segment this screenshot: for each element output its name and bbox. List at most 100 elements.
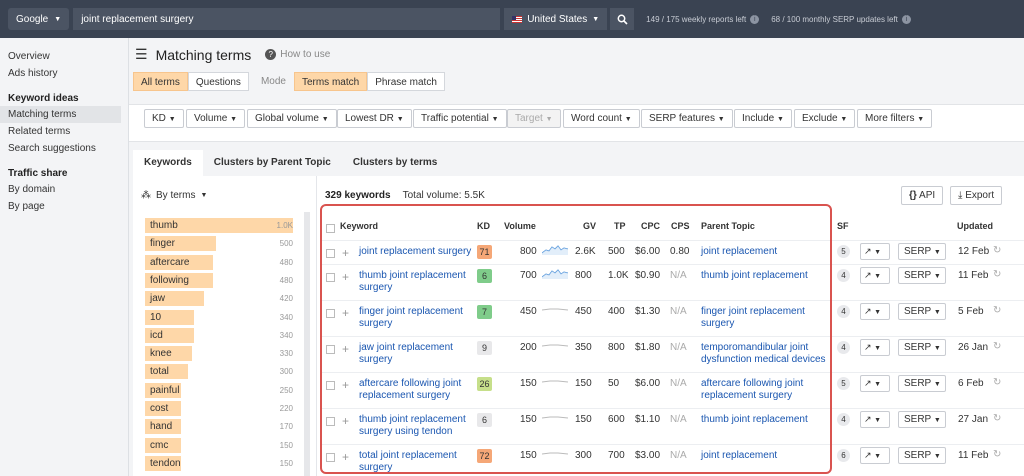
sidebar-item-by-domain[interactable]: By domain (0, 181, 121, 198)
trend-chart-button[interactable]: ↗ ▼ (860, 411, 890, 428)
term-item[interactable]: 10 340 (145, 309, 295, 325)
term-item[interactable]: thumb 1.0K (145, 218, 295, 233)
term-label: knee (150, 348, 172, 360)
serp-button[interactable]: SERP ▼ (898, 303, 946, 320)
weekly-quota: 149 / 175 weekly reports left i (646, 14, 760, 24)
how-to-use-link[interactable]: ? How to use (265, 49, 330, 60)
chevron-down-icon: ▼ (933, 249, 941, 256)
by-terms-label: By terms (156, 190, 196, 201)
serp-features-count[interactable]: 5 (837, 245, 850, 258)
serp-features-count[interactable]: 4 (837, 269, 850, 282)
tab-clusters-parent-topic[interactable]: Clusters by Parent Topic (203, 150, 342, 176)
filter-word-count[interactable]: Word count ▼ (563, 109, 640, 128)
term-item[interactable]: cost 220 (145, 401, 295, 416)
term-count: 500 (279, 239, 293, 249)
term-item[interactable]: cmc 150 (145, 437, 295, 453)
term-label: painful (150, 384, 180, 396)
term-count: 300 (279, 367, 293, 377)
info-icon[interactable]: i (750, 14, 760, 24)
filter-exclude[interactable]: Exclude ▼ (794, 109, 856, 128)
filter-traffic-potential[interactable]: Traffic potential ▼ (413, 109, 507, 128)
questions-toggle[interactable]: Questions (187, 72, 249, 91)
refresh-icon[interactable]: ↻ (993, 413, 1001, 424)
serp-features-count[interactable]: 6 (837, 449, 850, 462)
term-item[interactable]: tendon 150 (145, 455, 295, 471)
trend-chart-button[interactable]: ↗ ▼ (860, 303, 890, 320)
term-item[interactable]: jaw 420 (145, 291, 295, 307)
term-item[interactable]: hand 170 (145, 419, 295, 435)
trend-chart-button[interactable]: ↗ ▼ (860, 267, 890, 284)
term-item[interactable]: finger 500 (145, 236, 295, 252)
serp-button[interactable]: SERP ▼ (898, 267, 946, 284)
chevron-down-icon: ▼ (545, 116, 553, 123)
filter-include[interactable]: Include ▼ (734, 109, 792, 128)
filter-global-volume[interactable]: Global volume ▼ (247, 109, 337, 128)
filter-volume[interactable]: Volume ▼ (186, 109, 246, 128)
sidebar-item-by-page[interactable]: By page (0, 198, 121, 215)
api-button[interactable]: {} API (901, 186, 944, 205)
column-header-updated[interactable]: Updated (957, 221, 993, 231)
refresh-icon[interactable]: ↻ (993, 305, 1001, 316)
serp-button[interactable]: SERP ▼ (898, 447, 946, 464)
sidebar-item-ads-history[interactable]: Ads history (0, 65, 121, 82)
term-item[interactable]: aftercare 480 (145, 254, 295, 270)
keyword-input[interactable]: joint replacement surgery (73, 8, 501, 30)
filter-serp-features[interactable]: SERP features ▼ (641, 109, 733, 128)
updated-date: 11 Feb (958, 270, 989, 281)
term-item[interactable]: following 480 (145, 272, 295, 288)
search-button[interactable] (610, 8, 635, 30)
term-count: 150 (279, 458, 293, 468)
terms-match-toggle[interactable]: Terms match (293, 72, 368, 91)
code-icon: {} (909, 190, 917, 201)
trend-chart-button[interactable]: ↗ ▼ (860, 375, 890, 392)
term-item[interactable]: total 300 (145, 364, 295, 380)
term-item[interactable]: knee 330 (145, 346, 295, 362)
term-count: 420 (279, 294, 293, 304)
refresh-icon[interactable]: ↻ (993, 269, 1001, 280)
chevron-down-icon: ▼ (840, 116, 848, 123)
trend-chart-button[interactable]: ↗ ▼ (860, 243, 890, 260)
filter-lowest-dr[interactable]: Lowest DR ▼ (337, 109, 412, 128)
column-header-sf[interactable]: SF (837, 221, 849, 231)
mode-label: Mode (260, 76, 286, 87)
filter-target: Target ▼ (507, 109, 561, 128)
refresh-icon[interactable]: ↻ (993, 341, 1001, 352)
refresh-icon[interactable]: ↻ (993, 377, 1001, 388)
tab-keywords[interactable]: Keywords (133, 150, 203, 176)
serp-button[interactable]: SERP ▼ (898, 411, 946, 428)
sidebar-item-search-suggestions[interactable]: Search suggestions (0, 140, 121, 157)
trend-chart-button[interactable]: ↗ ▼ (860, 339, 890, 356)
refresh-icon[interactable]: ↻ (993, 449, 1001, 460)
phrase-match-toggle[interactable]: Phrase match (367, 72, 445, 91)
panel-divider (316, 176, 317, 476)
serp-features-count[interactable]: 4 (837, 413, 850, 426)
export-button[interactable]: ⤓ Export (950, 186, 1003, 205)
country-select[interactable]: United States ▼ (504, 8, 608, 30)
monthly-quota-text: 68 / 100 monthly SERP updates left (771, 14, 898, 24)
info-icon[interactable]: i (901, 14, 911, 24)
chevron-down-icon: ▼ (168, 116, 176, 123)
serp-features-count[interactable]: 4 (837, 305, 850, 318)
search-engine-select[interactable]: Google ▼ (8, 8, 70, 30)
term-label: icd (150, 329, 163, 341)
trend-chart-button[interactable]: ↗ ▼ (860, 447, 890, 464)
sidebar-item-related-terms[interactable]: Related terms (0, 123, 121, 140)
term-item[interactable]: painful 250 (145, 382, 295, 398)
by-terms-select[interactable]: ⁂ By terms ▼ (141, 190, 207, 201)
sidebar-item-overview[interactable]: Overview (0, 48, 121, 65)
filter-more[interactable]: More filters ▼ (857, 109, 933, 128)
serp-button[interactable]: SERP ▼ (898, 243, 946, 260)
sidebar-item-matching-terms[interactable]: Matching terms (0, 106, 121, 123)
terms-scrollbar[interactable] (304, 212, 310, 476)
term-item[interactable]: icd 340 (145, 327, 295, 343)
all-terms-toggle[interactable]: All terms (133, 72, 188, 91)
refresh-icon[interactable]: ↻ (993, 245, 1001, 256)
filter-kd[interactable]: KD ▼ (144, 109, 184, 128)
chevron-down-icon: ▼ (874, 249, 881, 256)
tab-clusters-terms[interactable]: Clusters by terms (342, 150, 448, 176)
serp-button[interactable]: SERP ▼ (898, 375, 946, 392)
menu-icon[interactable]: ☰ (135, 46, 148, 63)
serp-button[interactable]: SERP ▼ (898, 339, 946, 356)
serp-features-count[interactable]: 5 (837, 377, 850, 390)
serp-features-count[interactable]: 4 (837, 341, 850, 354)
